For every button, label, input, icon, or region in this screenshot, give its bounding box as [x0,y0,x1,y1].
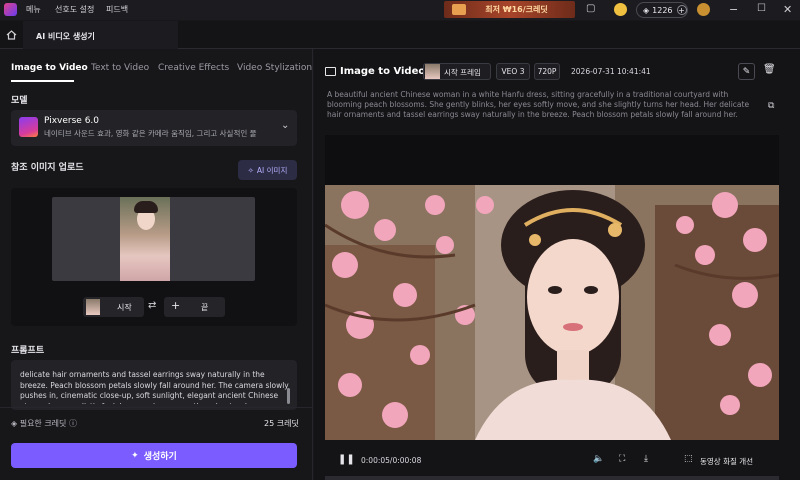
gift-icon [452,4,466,15]
divider [0,407,313,408]
prompt-label: 프롬프트 [11,346,45,356]
active-tab-indicator [11,80,74,82]
ai-image-label: AI 이미지 [256,165,288,175]
membership-icon[interactable] [614,3,627,16]
pause-icon[interactable]: ❚❚ [338,454,355,465]
menu-item-feedback[interactable]: 피드백 [106,4,128,15]
fullscreen-icon[interactable]: ⛶ [619,454,625,464]
menu-item-menu[interactable]: 메뉴 [26,4,41,15]
trash-icon[interactable]: 🗑 [763,64,776,75]
video-progress-bar[interactable] [325,476,779,480]
copy-icon[interactable]: ⧉ [768,101,774,111]
credits-count: 1226 [652,5,673,15]
sparkle-icon: ✧ [247,165,254,175]
model-label: 모델 [11,96,28,106]
prompt-text[interactable]: delicate hair ornaments and tassel earri… [20,370,290,404]
diamond-icon: ◈ [643,5,650,15]
tab-ai-video-generator[interactable]: AI 비디오 생성기 [23,21,178,49]
badge-thumbnail [425,64,440,79]
edit-icon: ✎ [742,66,751,77]
prompt-description: A beautiful ancient Chinese woman in a w… [327,90,750,119]
enhance-icon[interactable]: ⬚ [684,454,693,464]
badge-model: VEO 3 [496,63,530,80]
required-credits: ◈ 필요한 크레딧 ⓘ [11,418,77,429]
generate-label: 생성하기 [143,452,177,462]
video-icon [325,67,336,76]
info-icon[interactable]: ⓘ [66,419,77,428]
minimize-icon[interactable]: − [729,3,738,16]
prompt-scrollbar[interactable] [287,388,290,404]
tab-video-stylization[interactable]: Video Stylization [237,63,312,73]
app-logo-icon [4,3,17,16]
tab-text-to-video[interactable]: Text to Video [91,63,149,73]
badge-start-frame-label: 시작 프레임 [444,68,481,77]
menu-item-preferences[interactable]: 선호도 설정 [55,4,94,15]
required-credits-label: 필요한 크레딧 [19,419,67,428]
avatar[interactable] [697,3,710,16]
add-credits-icon[interactable]: + [676,5,687,15]
promo-banner[interactable]: 최저 ₩16/크레딧 [444,1,575,18]
required-credits-value: 25 크레딧 [264,419,299,428]
credits-badge[interactable]: ◈ 1226 + [636,2,688,18]
enhance-video-button[interactable]: 동영상 화질 개선 [700,456,753,467]
model-description: 네이티브 사운드 효과, 영화 같은 카메라 움직임, 그리고 사실적인 물 [44,129,257,138]
maximize-icon[interactable]: ☐ [757,3,766,14]
download-icon[interactable]: ⤓ [644,454,648,464]
playback-time: 0:00:05/0:00:08 [361,456,422,465]
reference-image-hair [134,201,158,213]
timestamp: 2026-07-31 10:41:41 [571,67,651,76]
badge-resolution: 720P [534,63,560,80]
volume-icon[interactable]: 🔈 [593,454,604,464]
pixverse-logo-icon [19,117,38,137]
ai-image-button[interactable]: ✧ AI 이미지 [238,160,297,180]
edit-button[interactable]: ✎ [738,63,755,80]
model-name: Pixverse 6.0 [44,116,100,126]
generate-button[interactable]: ✦ 생성하기 [11,443,297,468]
swap-icon[interactable]: ⇄ [148,300,156,311]
close-icon[interactable]: ✕ [783,3,792,16]
video-frame-art [325,185,779,440]
home-icon[interactable] [0,21,22,49]
diamond-icon: ◈ [11,419,20,428]
start-frame-thumbnail [86,299,100,315]
video-frame[interactable] [325,185,779,440]
promo-text: 최저 ₩16/크레딧 [485,5,548,14]
result-title: Image to Video [340,66,426,77]
start-frame-label: 시작 [117,303,132,312]
tab-image-to-video[interactable]: Image to Video [11,63,88,73]
add-icon[interactable]: + [171,299,180,312]
message-icon[interactable]: ▢ [586,3,595,14]
chevron-down-icon[interactable]: ⌄ [281,120,289,131]
sparkle-icon: ✦ [131,450,139,461]
tab-creative-effects[interactable]: Creative Effects [158,63,229,73]
upload-label: 참조 이미지 업로드 [11,163,84,173]
end-frame-label: 끝 [201,303,209,312]
